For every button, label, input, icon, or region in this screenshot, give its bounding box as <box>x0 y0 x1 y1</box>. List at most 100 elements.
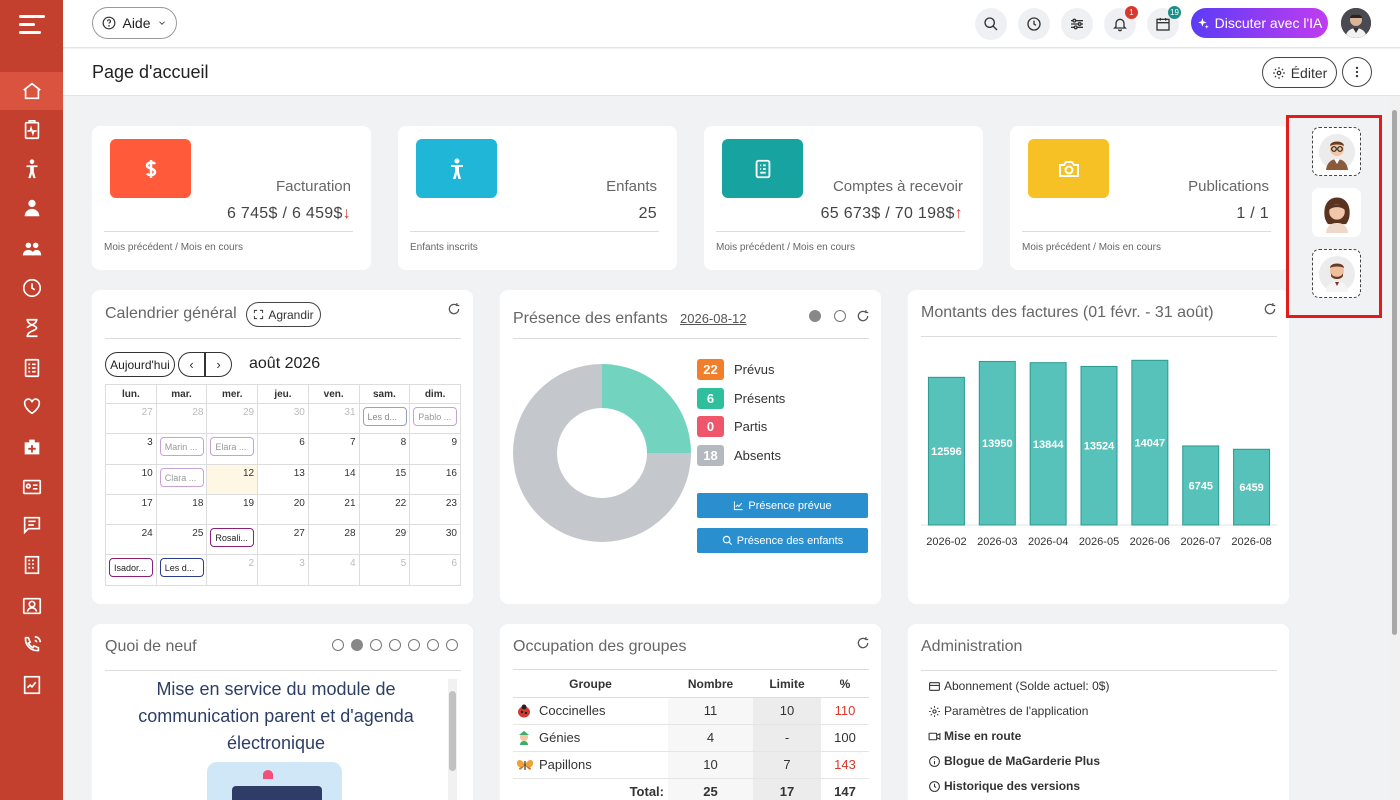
calendar-day[interactable]: 20 <box>257 493 309 526</box>
calendar-day[interactable]: 2 <box>206 554 259 586</box>
calendar-day[interactable]: 28 <box>307 524 360 556</box>
calendar-day[interactable]: Isador... <box>105 554 157 586</box>
calendar-day[interactable]: 16 <box>409 463 461 495</box>
calendar-event[interactable]: Les d... <box>159 558 204 578</box>
calendar-day[interactable]: 19 <box>206 493 259 526</box>
search-button[interactable] <box>975 8 1007 40</box>
refresh-icon[interactable] <box>856 636 870 650</box>
calendar-day[interactable]: Marin ... <box>155 433 208 465</box>
carousel-dot[interactable] <box>834 310 846 322</box>
calendar-day[interactable]: 27 <box>257 524 309 556</box>
calendar-day[interactable]: 29 <box>358 524 411 556</box>
contact-card-icon[interactable] <box>0 587 63 625</box>
home-icon[interactable] <box>0 72 63 110</box>
refresh-icon[interactable] <box>1263 302 1277 316</box>
calendar-event[interactable]: Les d... <box>362 407 407 426</box>
calendar-event[interactable]: Isador... <box>109 558 153 578</box>
calendar-day[interactable]: 13 <box>257 463 309 495</box>
hourglass-icon[interactable] <box>0 309 63 347</box>
calendar-day[interactable]: 14 <box>307 463 360 495</box>
calendar-day[interactable]: 17 <box>105 493 157 526</box>
calendar-day[interactable]: Les d... <box>358 402 411 435</box>
heart-icon[interactable] <box>0 387 63 425</box>
presence-date[interactable]: 2026-08-12 <box>680 311 747 326</box>
group-icon[interactable] <box>0 230 63 268</box>
calendar-day[interactable]: 28 <box>155 402 208 435</box>
calendar-day[interactable]: Les d... <box>155 554 208 586</box>
page-scrollbar[interactable] <box>1390 96 1400 800</box>
carousel-dot[interactable] <box>427 639 439 651</box>
children-presence-button[interactable]: Présence des enfants <box>697 528 868 553</box>
avatar-option[interactable] <box>1312 188 1361 237</box>
news-scrollbar[interactable] <box>448 679 457 800</box>
scroll-thumb[interactable] <box>449 691 456 771</box>
calendar-event[interactable]: Clara ... <box>159 467 204 487</box>
calendar-day[interactable]: 22 <box>358 493 411 526</box>
carousel-dot[interactable] <box>389 639 401 651</box>
calendar-day[interactable]: 3 <box>105 433 157 465</box>
calendar-day[interactable]: 21 <box>307 493 360 526</box>
calendar-day[interactable]: Rosali... <box>206 524 259 556</box>
history-button[interactable] <box>1018 8 1050 40</box>
calendar-day[interactable]: 15 <box>358 463 411 495</box>
carousel-dot[interactable] <box>332 639 344 651</box>
calendar-day[interactable]: 5 <box>358 554 411 586</box>
child-icon[interactable] <box>0 150 63 188</box>
avatar-option[interactable] <box>1312 249 1361 298</box>
notifications-button[interactable]: 1 <box>1104 6 1138 40</box>
checklist-icon[interactable] <box>0 349 63 387</box>
stat-card-publications[interactable]: Publications 1 / 1 Mois précédent / Mois… <box>1010 126 1289 270</box>
calendar-button[interactable]: 19 <box>1147 6 1181 40</box>
calendar-day[interactable]: 31 <box>307 402 360 435</box>
ai-chat-button[interactable]: Discuter avec l'IA <box>1191 8 1328 38</box>
calendar-day[interactable]: 4 <box>307 554 360 586</box>
calendar-event[interactable]: Marin ... <box>159 437 204 457</box>
staff-icon[interactable] <box>0 189 63 227</box>
calendar-day[interactable]: 6 <box>409 554 461 586</box>
carousel-dot[interactable] <box>351 639 363 651</box>
calendar-day[interactable]: 6 <box>257 433 309 465</box>
building-icon[interactable] <box>0 546 63 584</box>
more-options-button[interactable] <box>1342 57 1372 87</box>
expand-button[interactable]: Agrandir <box>246 302 321 327</box>
calendar-day[interactable]: 18 <box>155 493 208 526</box>
calendar-day[interactable]: 30 <box>409 524 461 556</box>
donut-slice-present[interactable] <box>602 364 691 453</box>
calendar-day[interactable]: 3 <box>257 554 309 586</box>
stat-card-receivables[interactable]: Comptes à recevoir 65 673$ / 70 198$↑ Mo… <box>704 126 983 270</box>
stat-card-children[interactable]: Enfants 25 Enfants inscrits <box>398 126 677 270</box>
calendar-event[interactable]: Rosali... <box>210 528 255 548</box>
refresh-icon[interactable] <box>856 309 870 323</box>
menu-icon[interactable] <box>19 15 45 35</box>
help-button[interactable]: Aide <box>92 7 177 39</box>
calendar-day[interactable]: Pablo ... <box>409 402 461 435</box>
avatar-option[interactable] <box>1312 127 1361 176</box>
calendar-day[interactable]: 7 <box>307 433 360 465</box>
edit-button[interactable]: Éditer <box>1262 57 1337 88</box>
user-avatar[interactable] <box>1341 8 1371 38</box>
admin-link-blog[interactable]: Blogue de MaGarderie Plus <box>928 754 1100 768</box>
planned-presence-button[interactable]: Présence prévue <box>697 493 868 518</box>
health-report-icon[interactable] <box>0 111 63 149</box>
table-row[interactable]: Génies 4 - 100 <box>513 724 869 752</box>
calendar-day[interactable]: 27 <box>105 402 157 435</box>
stat-card-billing[interactable]: Facturation 6 745$ / 6 459$↓ Mois précéd… <box>92 126 371 270</box>
table-row[interactable]: Papillons 10 7 143 <box>513 751 869 779</box>
calendar-day[interactable]: 23 <box>409 493 461 526</box>
prev-month-button[interactable]: ‹ <box>178 352 205 377</box>
calendar-day-today[interactable]: 12 <box>206 463 259 495</box>
next-month-button[interactable]: › <box>205 352 232 377</box>
carousel-dot[interactable] <box>370 639 382 651</box>
phone-ring-icon[interactable] <box>0 626 63 664</box>
admin-link-settings[interactable]: Paramètres de l'application <box>928 704 1088 718</box>
carousel-dot[interactable] <box>446 639 458 651</box>
calendar-event[interactable]: Pablo ... <box>413 407 458 426</box>
calendar-day[interactable]: 29 <box>206 402 259 435</box>
today-button[interactable]: Aujourd'hui <box>105 352 175 377</box>
admin-link-versions[interactable]: Historique des versions <box>928 779 1080 793</box>
news-headline[interactable]: Mise en service du module de communicati… <box>106 676 446 757</box>
calendar-day[interactable]: Elara ... <box>206 433 259 465</box>
scroll-thumb[interactable] <box>1392 110 1397 635</box>
calendar-day[interactable]: 25 <box>155 524 208 556</box>
medical-kit-icon[interactable] <box>0 428 63 466</box>
